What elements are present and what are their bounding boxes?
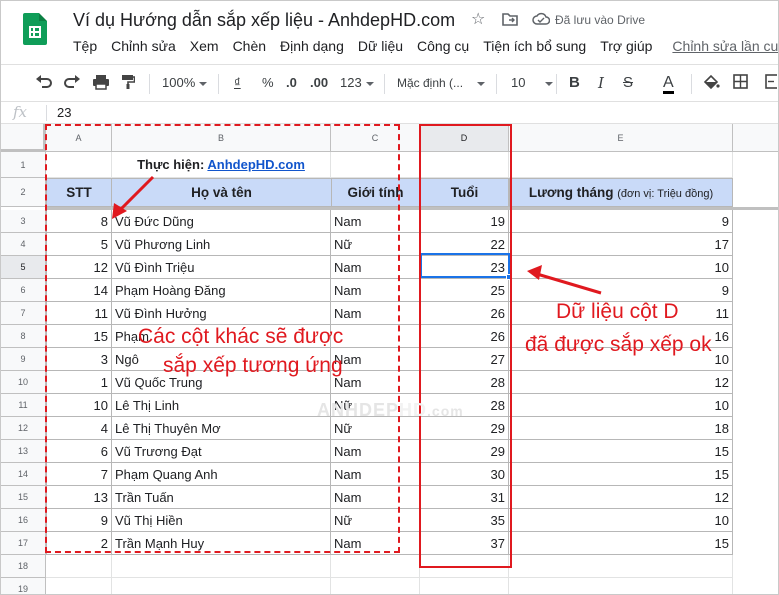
currency-format-button[interactable]: ₫ [234, 74, 241, 92]
last-edit-link[interactable]: Chỉnh sửa lần cu [672, 38, 778, 58]
note-column-d-line1: Dữ liệu cột D [556, 300, 679, 323]
column-header-e[interactable]: E [509, 124, 733, 152]
row-header-5[interactable]: 5 [1, 256, 46, 279]
undo-icon[interactable] [35, 74, 53, 93]
empty-cell[interactable] [420, 578, 509, 594]
row-header-14[interactable]: 14 [1, 463, 46, 486]
row-header-15[interactable]: 15 [1, 486, 46, 509]
empty-cell[interactable] [112, 555, 331, 578]
cell-salary[interactable]: 15 [509, 463, 733, 486]
cell-salary[interactable]: 9 [509, 210, 733, 233]
menu-insert[interactable]: Chèn [233, 38, 266, 58]
empty-cell[interactable] [331, 578, 420, 594]
cell-e1[interactable] [509, 152, 733, 178]
menu-data[interactable]: Dữ liệu [358, 38, 403, 58]
row-header-8[interactable]: 8 [1, 325, 46, 348]
fill-color-icon[interactable] [702, 74, 720, 95]
toolbar: 100% ₫ % .0 .00 123 Mặc định (... 10 B I… [1, 64, 778, 102]
cell-salary[interactable]: 18 [509, 417, 733, 440]
row-header-16[interactable]: 16 [1, 509, 46, 532]
empty-cell[interactable] [509, 555, 733, 578]
row-header-6[interactable]: 6 [1, 279, 46, 302]
bold-button[interactable]: B [569, 74, 580, 92]
menu-addons[interactable]: Tiện ích bổ sung [483, 38, 586, 58]
menu-tools[interactable]: Công cụ [417, 38, 469, 58]
redo-icon[interactable] [63, 74, 81, 93]
font-select[interactable]: Mặc định (... [397, 74, 486, 92]
select-all-corner[interactable] [1, 124, 46, 152]
note-other-columns-line2: sắp xếp tương ứng [163, 354, 343, 377]
header-salary-unit: (đơn vị: Triệu đồng) [617, 188, 714, 200]
menu-help[interactable]: Trợ giúp [600, 38, 652, 58]
empty-cell[interactable] [509, 578, 733, 594]
row-header-10[interactable]: 10 [1, 371, 46, 394]
zoom-select[interactable]: 100% [162, 74, 208, 92]
row-header-9[interactable]: 9 [1, 348, 46, 371]
note-other-columns-line1: Các cột khác sẽ được [138, 325, 344, 348]
row-header-18[interactable]: 18 [1, 555, 46, 578]
spreadsheet-window: Ví dụ Hướng dẫn sắp xếp liệu - AnhdepHD.… [0, 0, 779, 595]
row-header-1[interactable]: 1 [1, 152, 46, 178]
percent-format-button[interactable]: % [262, 74, 274, 92]
cell-salary[interactable]: 15 [509, 532, 733, 555]
empty-cell[interactable] [112, 578, 331, 594]
menu-bar: Tệp Chỉnh sửa Xem Chèn Định dạng Dữ liệu… [73, 38, 778, 58]
menu-format[interactable]: Định dạng [280, 38, 344, 58]
print-icon[interactable] [92, 74, 110, 95]
italic-button[interactable]: I [598, 74, 604, 92]
row-header-17[interactable]: 17 [1, 532, 46, 555]
row-header-11[interactable]: 11 [1, 394, 46, 417]
star-icon[interactable]: ☆ [471, 12, 485, 28]
cell-salary[interactable]: 12 [509, 486, 733, 509]
empty-cell[interactable] [331, 555, 420, 578]
title-bar: Ví dụ Hướng dẫn sắp xếp liệu - AnhdepHD.… [1, 1, 778, 63]
row-header-2[interactable]: 2 [1, 178, 46, 207]
font-size-select[interactable]: 10 [511, 74, 554, 92]
menu-file[interactable]: Tệp [73, 38, 97, 58]
cell-salary[interactable]: 10 [509, 256, 733, 279]
menu-view[interactable]: Xem [190, 38, 219, 58]
cloud-saved-icon [532, 12, 551, 30]
saved-status: Đã lưu vào Drive [555, 13, 646, 27]
strikethrough-button[interactable]: S [623, 74, 633, 92]
note-column-d-line2: đã được sắp xếp ok [525, 333, 712, 356]
watermark: ANHDEPHD.com [317, 400, 464, 420]
formula-input[interactable]: 23 [57, 105, 71, 120]
header-salary-label: Lương tháng [528, 185, 614, 200]
menu-edit[interactable]: Chỉnh sửa [111, 38, 176, 58]
header-salary[interactable]: Lương tháng (đơn vị: Triệu đồng) [509, 178, 733, 207]
move-folder-icon[interactable] [502, 12, 518, 30]
fx-icon: fx [13, 103, 28, 121]
more-formats-select[interactable]: 123 [340, 74, 374, 92]
row-header-12[interactable]: 12 [1, 417, 46, 440]
text-color-icon[interactable]: A [663, 74, 674, 94]
merge-cells-icon[interactable] [765, 74, 778, 94]
empty-cell[interactable] [46, 555, 112, 578]
cell-salary[interactable]: 12 [509, 371, 733, 394]
column-header-f[interactable] [733, 124, 778, 152]
formula-bar: fx 23 [1, 102, 778, 124]
paint-format-icon[interactable] [121, 74, 136, 95]
sheets-logo-icon[interactable] [23, 13, 47, 45]
row-header-19[interactable]: 19 [1, 578, 46, 594]
borders-icon[interactable] [733, 74, 748, 94]
row-header-4[interactable]: 4 [1, 233, 46, 256]
document-title[interactable]: Ví dụ Hướng dẫn sắp xếp liệu - AnhdepHD.… [73, 10, 455, 31]
annotation-box-column-d [419, 124, 512, 568]
row-header-13[interactable]: 13 [1, 440, 46, 463]
empty-cell[interactable] [46, 578, 112, 594]
increase-decimal-button[interactable]: .00 [310, 74, 328, 92]
cell-salary[interactable]: 10 [509, 509, 733, 532]
cell-salary[interactable]: 17 [509, 233, 733, 256]
row-header-3[interactable]: 3 [1, 210, 46, 233]
row-header-7[interactable]: 7 [1, 302, 46, 325]
decrease-decimal-button[interactable]: .0 [286, 74, 297, 92]
cell-salary[interactable]: 15 [509, 440, 733, 463]
cell-salary[interactable]: 10 [509, 394, 733, 417]
